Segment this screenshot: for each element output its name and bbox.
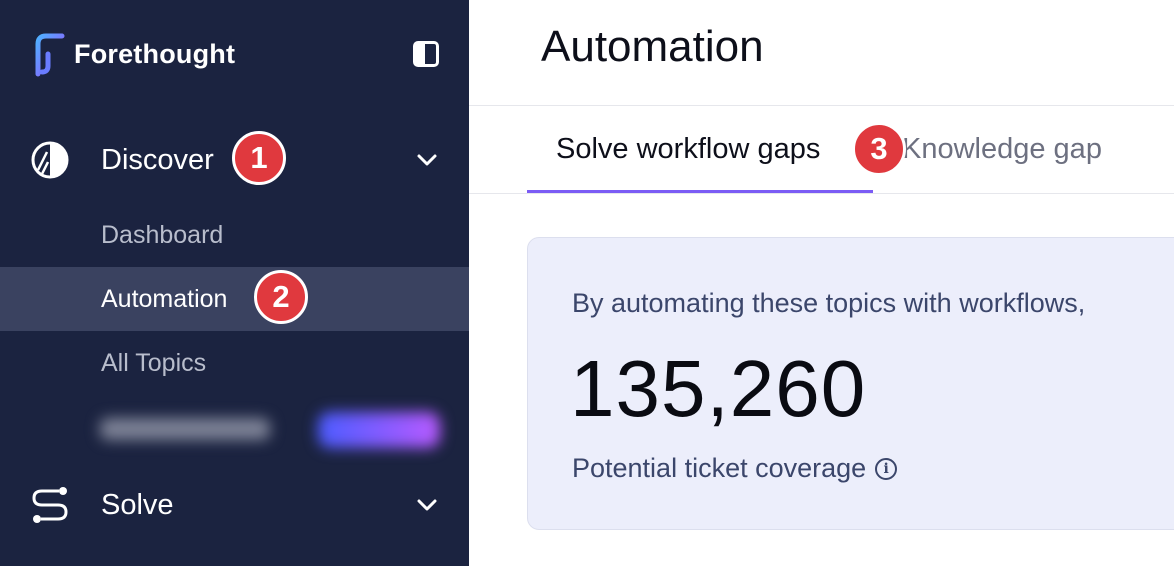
chevron-down-icon[interactable] [416,149,438,171]
callout-badge-1: 1 [232,131,286,185]
sidebar-collapse-icon[interactable] [413,41,439,67]
redacted-label [100,418,270,440]
brand[interactable]: Forethought [30,30,235,78]
page-title: Automation [541,22,764,71]
solve-icon [32,487,68,523]
tabs-divider [469,193,1174,194]
tab-knowledge-gap[interactable]: Knowledge gap [902,133,1102,166]
sidebar: Forethought Discover Dashboard Automatio… [0,0,469,566]
sidebar-section-solve[interactable]: Solve [0,473,469,537]
info-icon[interactable]: i [875,457,898,480]
sidebar-section-label: Discover [101,143,214,176]
sidebar-item-redacted[interactable] [100,410,450,450]
redacted-badge [318,412,440,448]
main-content: Automation Solve workflow gaps Knowledge… [469,0,1174,566]
callout-badge-3: 3 [852,122,906,176]
brand-name: Forethought [74,38,236,69]
sidebar-section-label: Solve [101,488,174,521]
card-caption: Potential ticket coverage i [572,453,898,484]
sidebar-item-dashboard[interactable]: Dashboard [0,203,469,267]
sidebar-item-automation[interactable]: Automation [0,267,469,331]
sidebar-item-label: Automation [101,284,228,313]
discover-icon [31,141,69,179]
sidebar-item-all-topics[interactable]: All Topics [0,331,469,395]
callout-badge-2: 2 [254,270,308,324]
card-description: By automating these topics with workflow… [572,288,1086,318]
ticket-coverage-value: 135,260 [570,344,867,433]
forethought-logo-icon [35,33,65,77]
tab-solve-workflow-gaps[interactable]: Solve workflow gaps [556,133,820,166]
tab-bar: Solve workflow gaps Knowledge gap [469,106,1174,194]
card-caption-label: Potential ticket coverage [572,453,867,483]
sidebar-item-label: All Topics [101,348,207,377]
coverage-card: By automating these topics with workflow… [527,237,1174,530]
sidebar-item-label: Dashboard [101,220,224,249]
chevron-down-icon[interactable] [416,494,438,516]
